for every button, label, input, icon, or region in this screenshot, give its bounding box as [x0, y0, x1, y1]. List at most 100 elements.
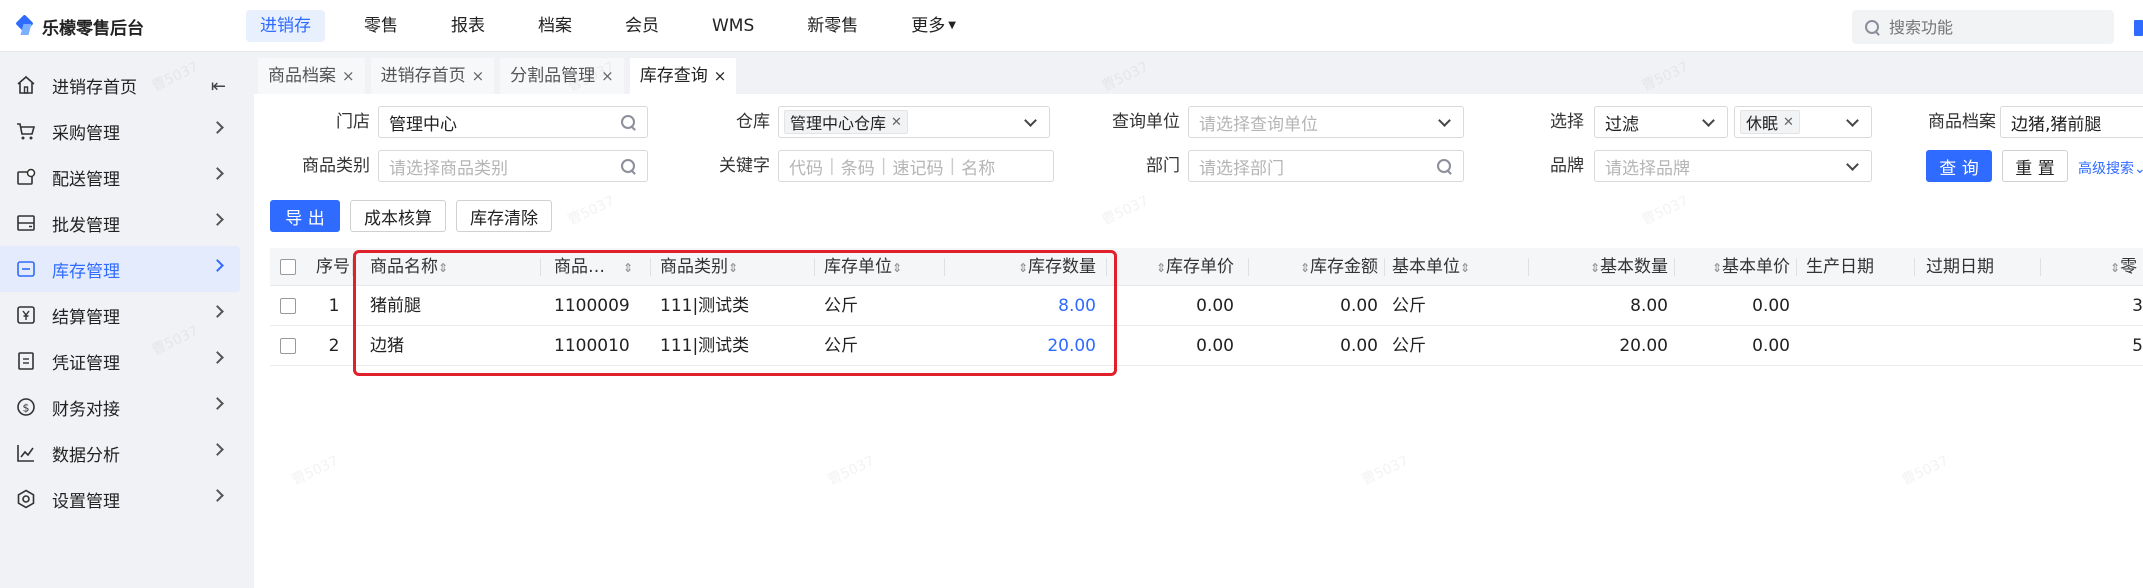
sort-icon[interactable]: ⇕	[728, 261, 738, 275]
cell-base-qty: 8.00	[1630, 296, 1668, 316]
sort-icon[interactable]: ⇕	[438, 261, 448, 275]
nav-archives[interactable]: 档案	[524, 10, 586, 42]
search-icon[interactable]	[1436, 158, 1453, 175]
close-icon[interactable]: ×	[601, 67, 614, 85]
sidebar-item-delivery[interactable]: 配送管理	[0, 154, 240, 200]
tab-stock-query[interactable]: 库存查询 ×	[629, 58, 737, 94]
nav-reports[interactable]: 报表	[437, 10, 499, 42]
function-search[interactable]	[1852, 10, 2114, 44]
col-base-unit[interactable]: 基本单位⇕	[1392, 248, 1470, 286]
tag-close-icon[interactable]: ✕	[891, 115, 902, 130]
sort-icon[interactable]: ⇕	[1460, 261, 1470, 275]
query-unit-select[interactable]: 请选择查询单位	[1188, 106, 1464, 138]
user-menu-icon[interactable]	[2134, 20, 2143, 36]
close-icon[interactable]: ×	[342, 67, 355, 85]
tab-label: 库存查询	[639, 66, 708, 86]
sidebar-item-voucher[interactable]: 凭证管理	[0, 338, 240, 384]
filter-mode-select[interactable]: 过滤	[1594, 106, 1728, 138]
cost-accounting-button[interactable]: 成本核算	[350, 200, 446, 232]
col-stock-price[interactable]: ⇕库存单价	[1120, 248, 1234, 286]
col-product-code[interactable]: 商品… ⇕	[554, 248, 633, 286]
sort-icon[interactable]: ⇕	[1156, 261, 1166, 275]
row-checkbox[interactable]	[280, 338, 296, 354]
sort-icon[interactable]: ⇕	[1590, 261, 1600, 275]
tab-product-archive[interactable]: 商品档案 ×	[258, 58, 365, 94]
clear-stock-button[interactable]: 库存清除	[456, 200, 552, 232]
product-file-field[interactable]: 边猪,猪前腿	[2000, 106, 2143, 138]
col-stock-qty[interactable]: ⇕库存数量	[990, 248, 1096, 286]
function-search-input[interactable]	[1889, 17, 2089, 37]
table-row[interactable]: 1 猪前腿 1100009 111|测试类 公斤 8.00 0.00 0.00 …	[270, 287, 2143, 326]
status-tag: 休眠 ✕	[1740, 110, 1800, 134]
tab-inventory-home[interactable]: 进销存首页 ×	[370, 58, 495, 94]
cell-base-unit: 公斤	[1392, 296, 1426, 316]
advanced-search-link[interactable]: 高级搜索⌄	[2078, 158, 2143, 178]
col-stock-unit[interactable]: 库存单位⇕	[824, 248, 902, 286]
sidebar-item-settings[interactable]: 设置管理	[0, 476, 240, 522]
sidebar-item-settlement[interactable]: 结算管理	[0, 292, 240, 338]
tag-close-icon[interactable]: ✕	[1783, 115, 1794, 130]
sidebar-item-analytics[interactable]: 数据分析	[0, 430, 240, 476]
nav-more[interactable]: 更多 ▼	[897, 10, 970, 42]
sidebar-item-home[interactable]: 进销存首页 ⇤	[0, 62, 240, 108]
select-all-checkbox[interactable]	[280, 259, 296, 275]
sidebar-item-finance[interactable]: $ 财务对接	[0, 384, 240, 430]
sort-icon[interactable]: ⇕	[1300, 261, 1310, 275]
nav-wms[interactable]: WMS	[698, 10, 768, 42]
table-row[interactable]: 2 边猪 1100010 111|测试类 公斤 20.00 0.00 0.00 …	[270, 327, 2143, 366]
warehouse-label: 仓库	[736, 112, 770, 132]
row-checkbox[interactable]	[280, 298, 296, 314]
col-label: 商品…	[554, 257, 605, 277]
sort-icon[interactable]: ⇕	[1712, 261, 1722, 275]
col-extra[interactable]: ⇕零	[2110, 248, 2137, 286]
col-index: 序号	[316, 257, 350, 277]
store-field[interactable]: 管理中心	[378, 106, 648, 138]
search-icon[interactable]	[620, 158, 637, 175]
app-logo[interactable]: 乐檬零售后台	[14, 12, 144, 40]
col-label: 基本单位	[1392, 257, 1460, 277]
nav-members[interactable]: 会员	[611, 10, 673, 42]
dept-field[interactable]: 请选择部门	[1188, 150, 1464, 182]
tab-label: 商品档案	[268, 66, 336, 86]
sidebar-item-wholesale[interactable]: 批发管理	[0, 200, 240, 246]
sidebar-item-inventory[interactable]: 库存管理	[0, 246, 240, 292]
column-divider	[2040, 258, 2041, 276]
keyword-input[interactable]: 代码 | 条码 | 速记码 | 名称	[778, 150, 1054, 182]
sort-icon[interactable]: ⇕	[1018, 261, 1028, 275]
reset-button[interactable]: 重 置	[2002, 150, 2068, 182]
sort-icon[interactable]: ⇕	[892, 261, 902, 275]
column-divider	[1384, 258, 1385, 276]
nav-retail[interactable]: 零售	[350, 10, 412, 42]
search-icon[interactable]	[620, 114, 637, 131]
export-button[interactable]: 导 出	[270, 200, 340, 232]
separator: |	[880, 156, 887, 176]
sidebar-item-purchase[interactable]: 采购管理	[0, 108, 240, 154]
close-icon[interactable]: ×	[472, 67, 485, 85]
col-stock-amount[interactable]: ⇕库存金额	[1260, 248, 1378, 286]
sidebar-item-label: 配送管理	[52, 169, 120, 190]
close-icon[interactable]: ×	[714, 67, 727, 85]
cell-stock-qty-link[interactable]: 8.00	[990, 287, 1096, 326]
col-base-qty[interactable]: ⇕基本数量	[1560, 248, 1668, 286]
tab-split-products[interactable]: 分割品管理 ×	[500, 58, 624, 94]
col-category[interactable]: 商品类别⇕	[660, 248, 738, 286]
col-base-price[interactable]: ⇕基本单价	[1686, 248, 1790, 286]
sort-icon[interactable]: ⇕	[623, 261, 633, 275]
query-button[interactable]: 查 询	[1926, 150, 1992, 182]
sidebar-item-label: 凭证管理	[52, 353, 120, 374]
status-select[interactable]: 休眠 ✕	[1734, 106, 1872, 138]
cell-category: 111|测试类	[660, 336, 750, 356]
inventory-icon	[16, 259, 36, 279]
nav-new-retail[interactable]: 新零售	[793, 10, 872, 42]
col-product-name[interactable]: 商品名称⇕	[370, 248, 448, 286]
cell-stock-qty-link[interactable]: 20.00	[990, 327, 1096, 366]
warehouse-select[interactable]: 管理中心仓库 ✕	[778, 106, 1050, 138]
collapse-sidebar-icon[interactable]: ⇤	[211, 76, 226, 97]
nav-jinxiaocun[interactable]: 进销存	[246, 10, 325, 42]
brand-select[interactable]: 请选择品牌	[1594, 150, 1872, 182]
cell-stock-price: 0.00	[1196, 296, 1234, 316]
column-divider	[540, 258, 541, 276]
separator: |	[949, 156, 956, 176]
sort-icon[interactable]: ⇕	[2110, 261, 2120, 275]
category-field[interactable]: 请选择商品类别	[378, 150, 648, 182]
